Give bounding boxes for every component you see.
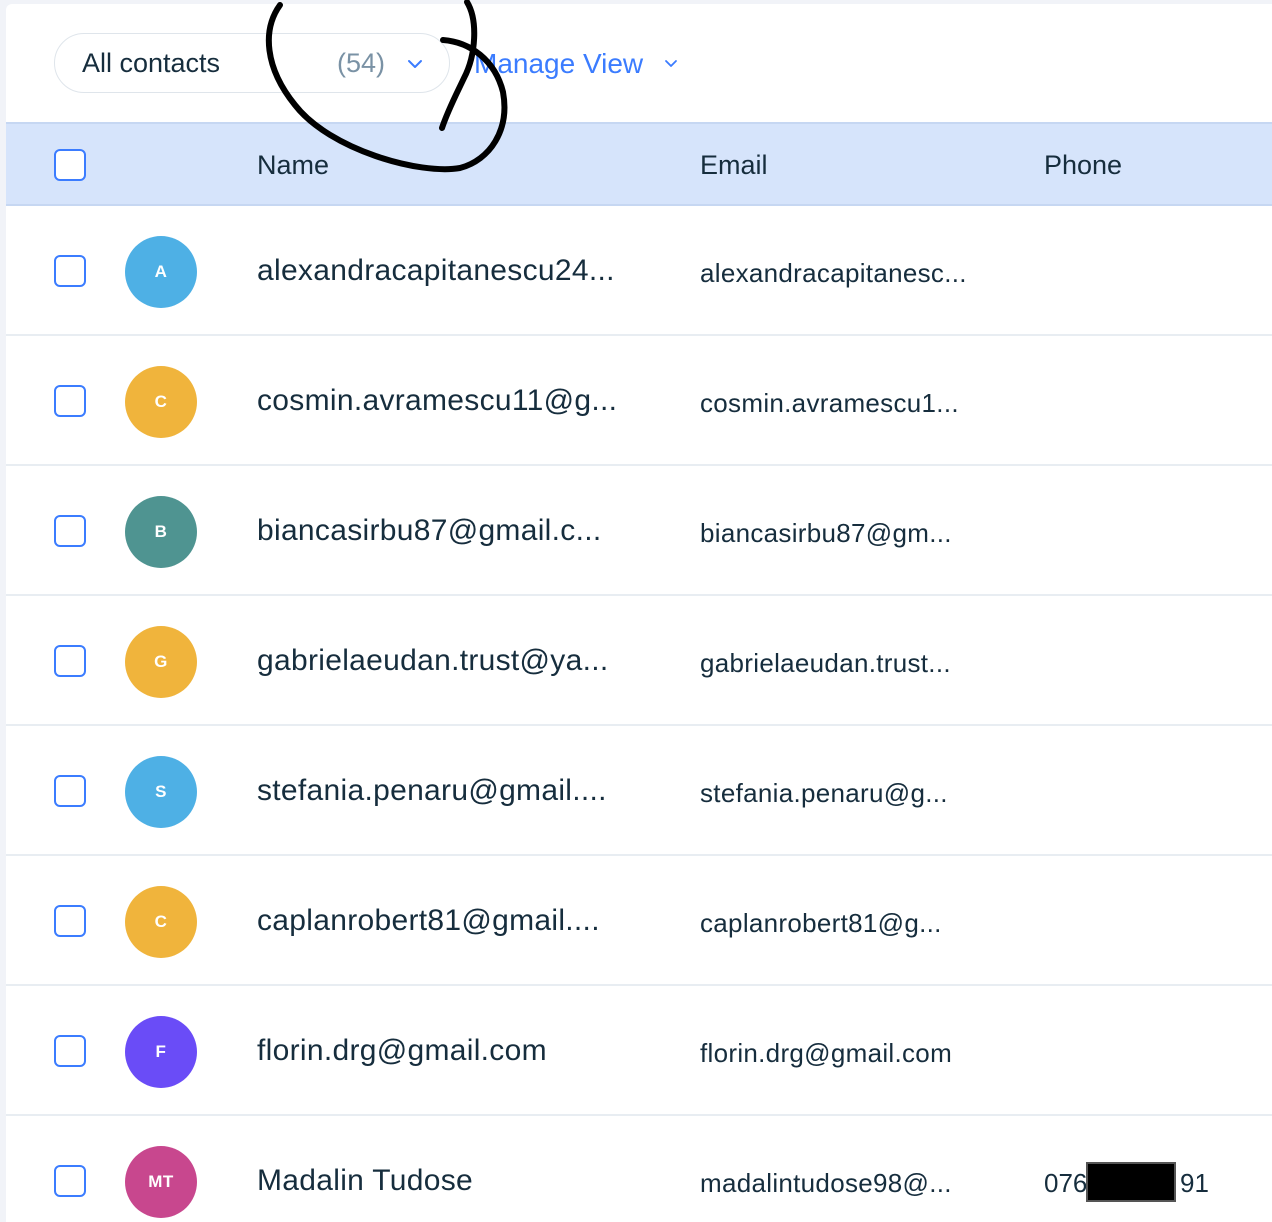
- contact-name[interactable]: Madalin Tudose: [257, 1164, 657, 1198]
- contact-name[interactable]: cosmin.avramescu11@g...: [257, 384, 657, 418]
- contact-email: alexandracapitanesc...: [700, 258, 967, 288]
- table-row[interactable]: G gabrielaeudan.trust@ya... gabrielaeuda…: [6, 596, 1272, 726]
- table-row[interactable]: C caplanrobert81@gmail.... caplanrobert8…: [6, 856, 1272, 986]
- contacts-panel: All contacts (54) Manage View Name Email…: [6, 4, 1272, 1222]
- contact-name[interactable]: alexandracapitanescu24...: [257, 254, 657, 288]
- select-all-checkbox[interactable]: [54, 149, 86, 181]
- avatar: A: [125, 236, 197, 308]
- contact-name[interactable]: gabrielaeudan.trust@ya...: [257, 644, 657, 678]
- column-header-email[interactable]: Email: [700, 150, 768, 181]
- contact-count: (54): [337, 47, 386, 78]
- avatar: B: [125, 496, 197, 568]
- row-checkbox[interactable]: [54, 515, 86, 547]
- contact-name[interactable]: caplanrobert81@gmail....: [257, 904, 657, 938]
- chevron-down-icon: [408, 60, 422, 68]
- column-header-phone[interactable]: Phone: [1044, 150, 1122, 181]
- table-row[interactable]: B biancasirbu87@gmail.c... biancasirbu87…: [6, 466, 1272, 596]
- row-checkbox[interactable]: [54, 1165, 86, 1197]
- table-header: Name Email Phone: [6, 122, 1272, 206]
- avatar: C: [125, 366, 197, 438]
- contact-name[interactable]: stefania.penaru@gmail....: [257, 774, 657, 808]
- avatar: C: [125, 886, 197, 958]
- row-checkbox[interactable]: [54, 775, 86, 807]
- contact-phone-end: 91: [1180, 1168, 1209, 1198]
- contact-phone: 076: [1044, 1168, 1088, 1198]
- avatar: G: [125, 626, 197, 698]
- manage-view-label: Manage View: [474, 48, 644, 79]
- row-checkbox[interactable]: [54, 385, 86, 417]
- contact-email: cosmin.avramescu1...: [700, 388, 959, 418]
- manage-view-button[interactable]: Manage View: [474, 44, 679, 84]
- contact-email: biancasirbu87@gm...: [700, 518, 952, 548]
- table-row[interactable]: A alexandracapitanescu24... alexandracap…: [6, 206, 1272, 336]
- contact-email: florin.drg@gmail.com: [700, 1038, 953, 1068]
- table-row[interactable]: C cosmin.avramescu11@g... cosmin.avrames…: [6, 336, 1272, 466]
- avatar: S: [125, 756, 197, 828]
- avatar: MT: [125, 1146, 197, 1218]
- contact-email: stefania.penaru@g...: [700, 778, 948, 808]
- row-checkbox[interactable]: [54, 255, 86, 287]
- view-selector[interactable]: All contacts (54): [54, 33, 450, 93]
- contact-name[interactable]: florin.drg@gmail.com: [257, 1034, 657, 1068]
- contact-email: madalintudose98@...: [700, 1168, 952, 1198]
- toolbar: All contacts (54) Manage View: [6, 4, 1272, 122]
- avatar: F: [125, 1016, 197, 1088]
- redaction-block: [1086, 1162, 1176, 1202]
- row-checkbox[interactable]: [54, 1035, 86, 1067]
- row-checkbox[interactable]: [54, 905, 86, 937]
- contact-name[interactable]: biancasirbu87@gmail.c...: [257, 514, 657, 548]
- row-checkbox[interactable]: [54, 645, 86, 677]
- chevron-down-icon: [665, 60, 678, 67]
- column-header-name[interactable]: Name: [257, 150, 329, 181]
- table-row[interactable]: S stefania.penaru@gmail.... stefania.pen…: [6, 726, 1272, 856]
- table-row[interactable]: F florin.drg@gmail.com florin.drg@gmail.…: [6, 986, 1272, 1116]
- contact-email: caplanrobert81@g...: [700, 908, 942, 938]
- contact-email: gabrielaeudan.trust...: [700, 648, 951, 678]
- table-row[interactable]: MT Madalin Tudose madalintudose98@... 07…: [6, 1116, 1272, 1222]
- view-label: All contacts: [82, 47, 221, 78]
